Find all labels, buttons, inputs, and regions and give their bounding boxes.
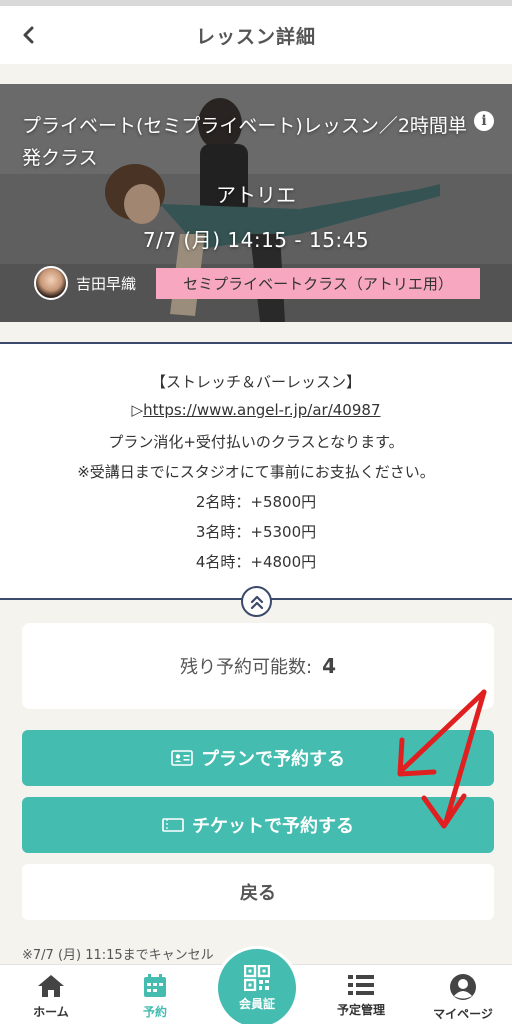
tab-home-label: ホーム [33,1005,69,1019]
member-card-button[interactable]: 会員証 [215,946,299,1024]
avatar [34,266,68,300]
back-return-button[interactable]: 戻る [22,864,494,920]
tab-reserve-label: 予約 [142,1005,167,1019]
lesson-link[interactable]: https://www.angel-r.jp/ar/40987 [143,401,380,419]
tab-mypage-label: マイページ [433,1007,493,1021]
tab-home[interactable]: ホーム [6,965,96,1024]
description-line: 【ストレッチ＆バーレッスン】 [150,373,361,391]
instructor-name: 吉田早織 [76,274,137,293]
back-return-label: 戻る [240,883,276,904]
reserve-with-plan-label: プランで予約する [201,749,345,770]
user-circle-icon [450,974,476,1000]
description-line: ※受講日までにスタジオにて事前にお支払ください。 [77,463,435,481]
home-icon [38,975,64,997]
member-card-label: 会員証 [238,996,275,1011]
tab-schedule-label: 予定管理 [336,1003,385,1017]
link-arrow: ▷ [131,401,144,419]
list-icon [348,975,374,995]
remaining-label: 残り予約可能数: [180,657,313,678]
back-button[interactable] [14,20,44,50]
instructor[interactable]: 吉田早織 [34,266,136,300]
class-name: プライベート(セミプライベート)レッスン／2時間単発クラス [22,115,467,169]
annotation-arrows [397,689,487,829]
top-bar: レッスン詳細 [0,0,512,64]
description-link-line: ▷https://www.angel-r.jp/ar/40987 [0,401,512,419]
price-line: 2名時：+5800円 [195,493,317,511]
collapse-button[interactable] [241,586,272,617]
class-type-badge: セミプライベートクラス（アトリエ用） [156,268,480,299]
qr-code-icon [244,964,270,991]
tab-mypage[interactable]: マイページ [418,965,508,1024]
remaining-value: 4 [322,654,336,678]
cancel-deadline-note: ※7/7 (月) 11:15までキャンセル [22,948,214,963]
tab-schedule[interactable]: 予定管理 [316,965,406,1024]
info-icon[interactable]: i [474,111,494,131]
page-title: レッスン詳細 [195,25,316,48]
ticket-icon [162,818,184,832]
lesson-datetime: 7/7 (月) 14:15 - 15:45 [142,228,370,252]
lesson-hero: プライベート(セミプライベート)レッスン／2時間単発クラス i アトリエ 7/7… [0,84,512,322]
chevron-left-icon [23,26,34,44]
double-chevron-up-icon [250,595,263,609]
tab-reserve[interactable]: 予約 [110,965,200,1024]
calendar-icon [144,974,166,997]
id-card-icon [171,750,193,766]
price-line: 4名時：+4800円 [195,553,317,571]
description-line: プラン消化+受付払いのクラスとなります。 [108,433,404,451]
studio-name: アトリエ [216,183,296,207]
lesson-description: 【ストレッチ＆バーレッスン】 ▷https://www.angel-r.jp/a… [0,342,512,600]
reserve-with-ticket-label: チケットで予約する [192,816,354,837]
price-line: 3名時：+5300円 [195,523,317,541]
